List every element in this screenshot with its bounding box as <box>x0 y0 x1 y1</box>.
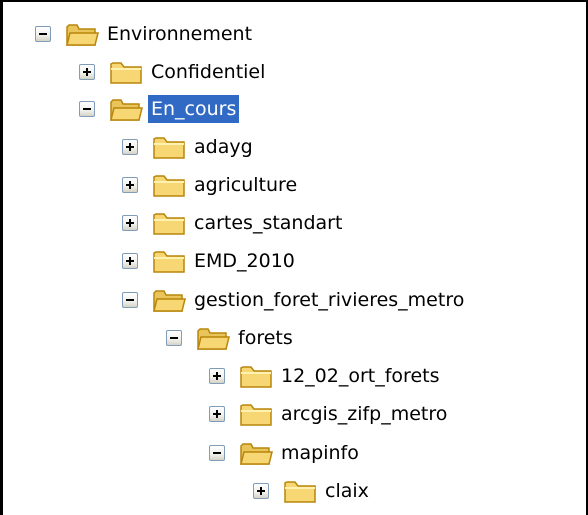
expand-icon[interactable] <box>122 139 138 155</box>
tree-node-label: cartes_standart <box>194 212 343 234</box>
folder-icon <box>240 366 272 388</box>
expand-icon[interactable] <box>122 177 138 193</box>
folder-tree: Environnement Confidentiel En_cours aday… <box>0 0 588 515</box>
folder-icon <box>284 481 316 503</box>
tree-node-label: EMD_2010 <box>194 250 295 272</box>
tree-node-label: agriculture <box>194 174 298 196</box>
collapse-icon[interactable] <box>122 292 138 308</box>
folder-open-icon <box>197 328 230 350</box>
tree-node-label: Environnement <box>107 23 253 45</box>
expand-icon[interactable] <box>253 483 269 499</box>
tree-node-label: forets <box>238 327 293 349</box>
tree-node-agriculture[interactable]: agriculture <box>122 168 300 202</box>
tree-node-label: Confidentiel <box>151 61 266 83</box>
tree-node-emd-2010[interactable]: EMD_2010 <box>122 244 298 278</box>
folder-open-icon <box>110 99 143 121</box>
expand-icon[interactable] <box>209 406 225 422</box>
collapse-icon[interactable] <box>166 330 182 346</box>
tree-node-label: gestion_foret_rivieres_metro <box>194 289 465 311</box>
tree-node-label: arcgis_zifp_metro <box>281 403 448 425</box>
tree-node-confidentiel[interactable]: Confidentiel <box>79 55 268 89</box>
folder-icon <box>153 137 185 159</box>
folder-icon <box>153 175 185 197</box>
collapse-icon[interactable] <box>79 101 95 117</box>
tree-node-label: 12_02_ort_forets <box>281 365 440 387</box>
expand-icon[interactable] <box>122 253 138 269</box>
folder-open-icon <box>66 24 99 46</box>
tree-node-label: adayg <box>194 136 253 158</box>
folder-icon <box>153 213 185 235</box>
folder-icon <box>240 404 272 426</box>
collapse-icon[interactable] <box>209 445 225 461</box>
tree-node-arcgis-zifp-metro[interactable]: arcgis_zifp_metro <box>209 397 450 431</box>
tree-node-gestion-foret-rivieres-metro[interactable]: gestion_foret_rivieres_metro <box>122 283 467 317</box>
folder-open-icon <box>153 290 186 312</box>
tree-node-claix[interactable]: claix <box>253 474 372 508</box>
tree-node-mapinfo[interactable]: mapinfo <box>209 436 362 470</box>
tree-node-label: claix <box>325 480 369 502</box>
folder-icon <box>110 62 142 84</box>
folder-open-icon <box>240 443 273 465</box>
tree-node-forets[interactable]: forets <box>166 321 296 355</box>
tree-node-en-cours[interactable]: En_cours <box>79 92 240 126</box>
collapse-icon[interactable] <box>35 26 51 42</box>
tree-node-adayg[interactable]: adayg <box>122 130 256 164</box>
expand-icon[interactable] <box>79 64 95 80</box>
expand-icon[interactable] <box>122 215 138 231</box>
tree-node-12-02-ort-forets[interactable]: 12_02_ort_forets <box>209 359 443 393</box>
tree-node-cartes-standart[interactable]: cartes_standart <box>122 206 345 240</box>
expand-icon[interactable] <box>209 368 225 384</box>
tree-node-label: mapinfo <box>281 442 359 464</box>
tree-node-environnement[interactable]: Environnement <box>35 17 255 51</box>
tree-node-label-selected: En_cours <box>148 95 240 123</box>
folder-icon <box>153 251 185 273</box>
